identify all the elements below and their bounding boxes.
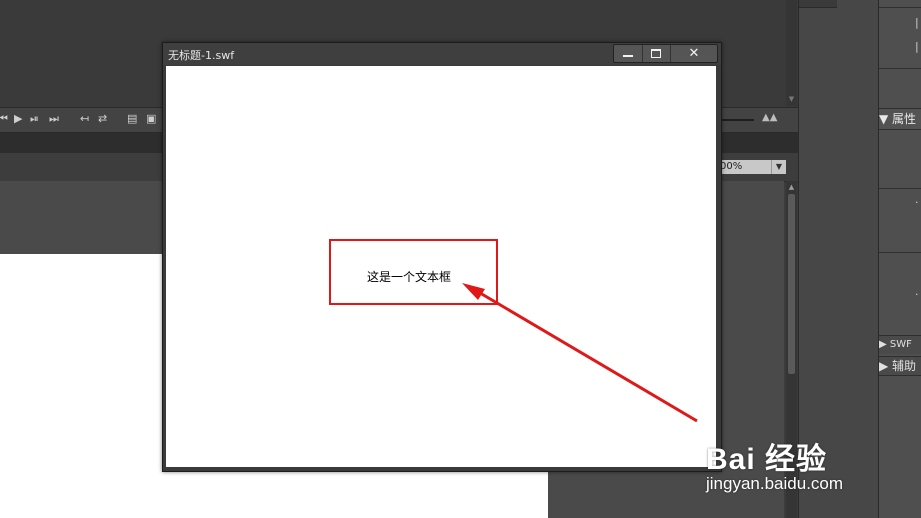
close-button[interactable]: ✕ <box>671 45 717 62</box>
play-icon[interactable]: ▶ <box>14 112 22 126</box>
close-icon: ✕ <box>688 46 700 61</box>
divider <box>879 7 921 8</box>
chevron-down-icon[interactable]: ▼ <box>771 160 786 174</box>
swf-history-section[interactable]: ▶ SWF <box>879 335 921 354</box>
scroll-down-icon[interactable]: ▼ <box>786 95 797 105</box>
onion-skin-icon[interactable]: ▤ <box>127 112 137 126</box>
panel-tab[interactable] <box>799 0 837 8</box>
maximize-button[interactable] <box>642 45 671 62</box>
swf-player-window: 无标题-1.swf ✕ 这是一个文本框 <box>162 42 722 472</box>
center-frame-icon[interactable]: ↤ <box>80 112 89 126</box>
zoom-select[interactable]: 00% <box>718 160 772 174</box>
properties-header[interactable]: ▼ 属性 <box>879 108 921 130</box>
loop-icon[interactable]: ⇄ <box>98 112 107 126</box>
divider <box>879 188 921 189</box>
panel-glyph: | <box>915 40 919 53</box>
panel-glyph: · <box>915 288 919 301</box>
accessibility-section[interactable]: ▶ 辅助 <box>879 356 921 376</box>
go-to-end-icon[interactable]: ⏭ <box>49 112 59 126</box>
onion-outline-icon[interactable]: ▣ <box>146 112 156 126</box>
timeline-zoom-slider[interactable] <box>718 119 754 121</box>
text-field[interactable]: 这是一个文本框 <box>367 268 451 285</box>
swf-content: 这是一个文本框 <box>166 66 716 467</box>
top-scrollbar[interactable] <box>786 0 797 106</box>
step-forward-icon[interactable]: ⏯ <box>30 112 39 126</box>
mountain-icon[interactable]: ▲▲ <box>762 112 777 123</box>
scroll-up-icon[interactable]: ▲ <box>786 182 797 192</box>
scrollbar-thumb[interactable] <box>788 194 795 374</box>
watermark-brand: Bai 经验 <box>706 443 828 476</box>
step-back-icon[interactable]: ⏮ <box>0 112 8 126</box>
panel-glyph: · <box>915 196 919 209</box>
window-controls: ✕ <box>613 44 718 63</box>
divider <box>879 252 921 253</box>
minimize-button[interactable] <box>614 45 643 62</box>
maximize-icon <box>651 49 661 58</box>
window-titlebar[interactable]: 无标题-1.swf ✕ <box>163 43 721 65</box>
watermark-url: jingyan.baidu.com <box>706 474 844 493</box>
panel-glyph: | <box>915 16 919 29</box>
divider <box>879 68 921 69</box>
watermark: Bai 经验 jingyan.baidu.com <box>706 420 911 500</box>
window-title: 无标题-1.swf <box>168 49 235 62</box>
minimize-icon <box>623 55 633 57</box>
pasteboard <box>0 181 165 254</box>
